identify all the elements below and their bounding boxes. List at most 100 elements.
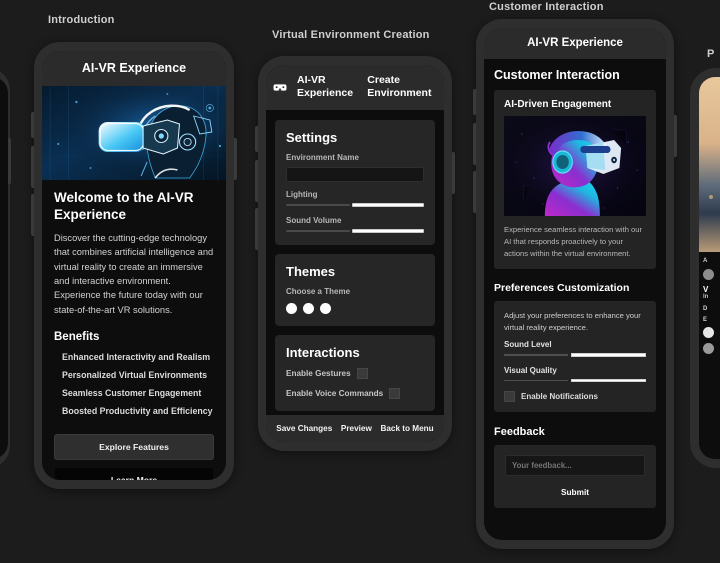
phone-frame-partial-left <box>0 68 10 468</box>
introduction-text-block: Welcome to the AI-VR Experience Discover… <box>42 180 226 420</box>
enable-gestures-checkbox[interactable] <box>356 368 368 380</box>
engagement-heading: AI-Driven Engagement <box>504 99 612 110</box>
page-title: Customer Interaction <box>494 68 620 82</box>
lighting-slider-track[interactable] <box>286 204 350 207</box>
feedback-input[interactable] <box>505 455 645 477</box>
lighting-slider-fill[interactable] <box>351 203 424 208</box>
enable-voice-row[interactable]: Enable Voice Commands <box>286 388 424 400</box>
screen-label-customer-interaction: Customer Interaction <box>489 1 604 13</box>
sound-level-label: Sound Level <box>504 340 552 350</box>
page-title: Welcome to the AI-VR Experience <box>54 190 194 222</box>
benefits-list: Enhanced Interactivity and Realism Perso… <box>54 348 214 420</box>
enable-gestures-row[interactable]: Enable Gestures <box>286 368 424 380</box>
lighting-slider[interactable] <box>286 203 424 208</box>
enable-gestures-label: Enable Gestures <box>286 369 351 379</box>
partial-right-content: A V In D E <box>699 252 720 360</box>
phone-create-environment: AI-VR Experience Create Environment Sett… <box>255 56 455 451</box>
sound-level-slider[interactable] <box>504 353 646 357</box>
sound-volume-slider-fill[interactable] <box>351 229 424 234</box>
phone-screen-partial-left <box>0 77 8 459</box>
intro-paragraph: Discover the cutting-edge technology tha… <box>54 232 214 315</box>
preferences-card: Adjust your preferences to enhance your … <box>494 301 656 413</box>
list-item: Seamless Customer Engagement <box>62 388 202 399</box>
theme-swatch[interactable] <box>303 303 314 315</box>
submit-button[interactable]: Submit <box>505 487 645 497</box>
theme-swatch[interactable] <box>286 303 297 315</box>
visual-quality-slider[interactable] <box>504 378 646 383</box>
screen-label-partial-right: P <box>707 48 715 60</box>
theme-swatch-group <box>286 303 424 315</box>
interactions-heading: Interactions <box>286 345 360 361</box>
list-item: Boosted Productivity and Efficiency <box>62 406 213 417</box>
preview-button[interactable]: Preview <box>341 424 372 433</box>
benefits-heading: Benefits <box>54 331 100 344</box>
interactions-card: Interactions Enable Gestures Enable Voic… <box>275 335 435 412</box>
explore-features-button[interactable]: Explore Features <box>54 434 214 461</box>
phone-screen-partial-right: A V In D E <box>699 77 720 459</box>
enable-notifications-checkbox[interactable] <box>504 391 515 403</box>
choose-theme-label: Choose a Theme <box>286 287 351 297</box>
feedback-card: Submit <box>494 445 656 509</box>
environment-name-label: Environment Name <box>286 153 359 163</box>
screen-label-introduction: Introduction <box>48 14 115 26</box>
app-canvas: Introduction AI-VR Experience Welcome to… <box>0 0 720 563</box>
icon-circle[interactable] <box>703 343 714 354</box>
visual-quality-label: Visual Quality <box>504 365 557 375</box>
introduction-actions: Explore Features Learn More <box>42 420 226 480</box>
enable-voice-checkbox[interactable] <box>389 388 401 400</box>
avatar <box>703 269 714 280</box>
phone-customer-interaction: AI-VR Experience Customer Interaction AI… <box>473 19 677 549</box>
themes-heading: Themes <box>286 264 336 280</box>
create-environment-content: Settings Environment Name Lighting Sound… <box>266 110 444 415</box>
learn-more-button[interactable]: Learn More <box>54 467 214 480</box>
sound-volume-slider-track[interactable] <box>286 230 350 233</box>
feedback-heading: Feedback <box>494 426 545 439</box>
lighting-label: Lighting <box>286 190 318 200</box>
icon-circle[interactable] <box>703 327 714 338</box>
back-to-menu-button[interactable]: Back to Menu <box>380 424 433 433</box>
sound-level-slider-fill[interactable] <box>570 353 646 357</box>
list-item: Personalized Virtual Environments <box>62 370 208 381</box>
enable-voice-label: Enable Voice Commands <box>286 389 384 399</box>
appbar-section-title: Create Environment <box>367 74 432 100</box>
enable-notifications-label: Enable Notifications <box>521 392 598 402</box>
phone-volume-down-button[interactable] <box>255 208 258 250</box>
phone-viewport-introduction: AI-VR Experience Welcome to the AI-VR Ex… <box>42 51 226 480</box>
phone-viewport-customer-interaction: AI-VR Experience Customer Interaction AI… <box>484 28 666 540</box>
appbar-create-environment: AI-VR Experience Create Environment <box>266 65 444 111</box>
list-item: Enhanced Interactivity and Realism <box>62 352 211 363</box>
preferences-note: Adjust your preferences to enhance your … <box>504 311 641 332</box>
save-changes-button[interactable]: Save Changes <box>276 424 332 433</box>
sound-volume-label: Sound Volume <box>286 216 342 226</box>
preferences-heading: Preferences Customization <box>494 282 630 295</box>
settings-card: Settings Environment Name Lighting Sound… <box>275 120 435 246</box>
ai-avatar-vr-headset-image <box>504 116 646 216</box>
engagement-caption: Experience seamless interaction with our… <box>504 225 643 258</box>
phone-side-button-left-partial[interactable] <box>8 138 11 184</box>
vr-goggles-icon <box>273 83 287 91</box>
phone-volume-down-button[interactable] <box>473 171 476 213</box>
appbar-title-customer-interaction: AI-VR Experience <box>484 28 666 59</box>
enable-notifications-row[interactable]: Enable Notifications <box>504 391 646 403</box>
sound-level-slider-track[interactable] <box>504 354 568 356</box>
appbar-title-introduction: AI-VR Experience <box>42 51 226 86</box>
screen-label-virtual-environment-creation: Virtual Environment Creation <box>272 29 430 41</box>
appbar-brand: AI-VR Experience <box>297 74 354 100</box>
sunset-landscape-image <box>699 77 720 252</box>
environment-name-input[interactable] <box>286 167 424 183</box>
phone-viewport-create-environment: AI-VR Experience Create Environment Sett… <box>266 65 444 442</box>
theme-swatch[interactable] <box>320 303 331 315</box>
settings-heading: Settings <box>286 130 338 146</box>
phone-frame-partial-right: A V In D E <box>690 68 720 468</box>
visual-quality-slider-track[interactable] <box>504 379 568 382</box>
sound-volume-slider[interactable] <box>286 229 424 234</box>
vr-headset-hero-image <box>42 86 226 180</box>
phone-volume-up-button[interactable] <box>255 160 258 202</box>
customer-interaction-content: Customer Interaction AI-Driven Engagemen… <box>484 59 666 540</box>
visual-quality-slider-fill[interactable] <box>570 378 646 383</box>
phone-volume-up-button[interactable] <box>31 146 34 188</box>
introduction-content: Welcome to the AI-VR Experience Discover… <box>42 86 226 480</box>
phone-introduction: AI-VR Experience Welcome to the AI-VR Ex… <box>31 42 237 489</box>
phone-volume-up-button[interactable] <box>473 123 476 165</box>
phone-volume-down-button[interactable] <box>31 194 34 236</box>
